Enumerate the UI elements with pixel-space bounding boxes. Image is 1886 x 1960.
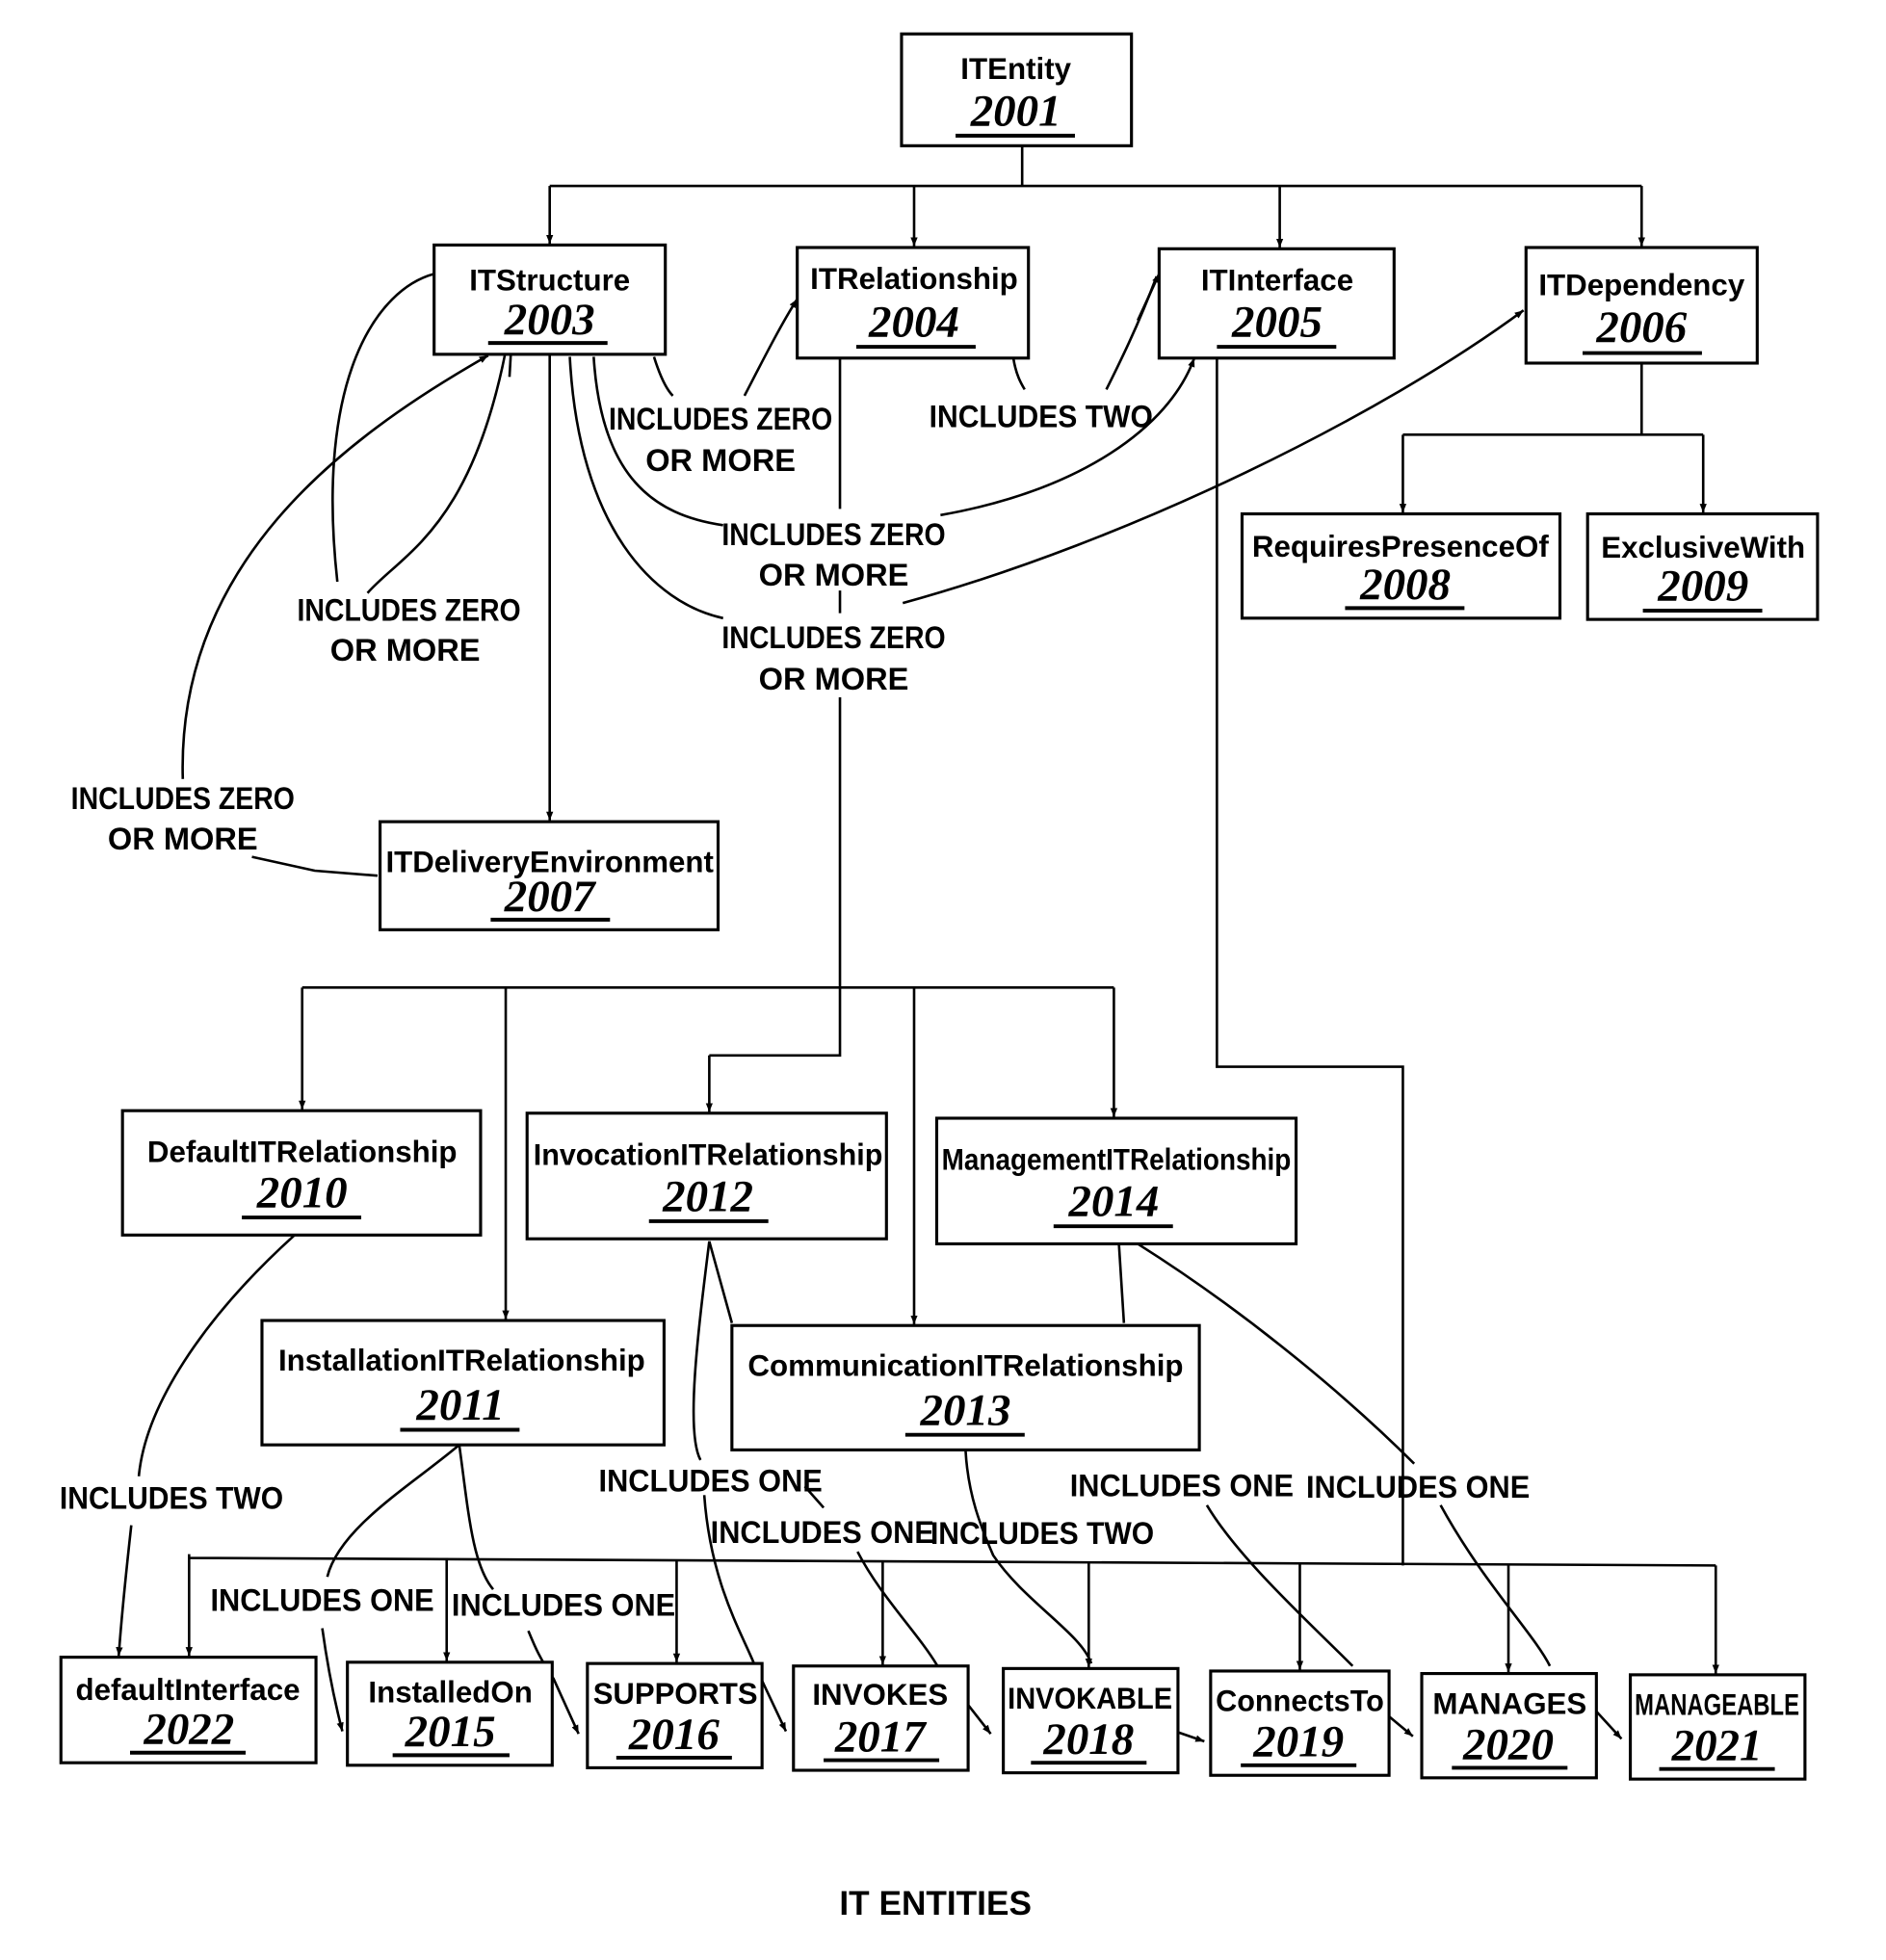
it-entities-diagram: INCLUDES ZERO OR MORE INCLUDES TWO INCLU… xyxy=(59,32,1820,1922)
node-defaultitrelationship[interactable]: DefaultITRelationship 2010 xyxy=(120,1109,483,1237)
node-manages[interactable]: MANAGES 2020 xyxy=(1420,1672,1598,1780)
node-communicationitrelationship[interactable]: CommunicationITRelationship 2013 xyxy=(730,1323,1201,1451)
node-installedon[interactable]: InstalledOn 2015 xyxy=(346,1660,554,1767)
node-name: defaultInterface xyxy=(75,1673,300,1707)
label-2004-2005: INCLUDES TWO xyxy=(930,399,1153,434)
node-name: ITStructure xyxy=(469,263,630,297)
node-itinterface[interactable]: ITInterface 2005 xyxy=(1157,247,1396,360)
edge-2001-bus xyxy=(549,145,1642,188)
node-number: 2020 xyxy=(1462,1719,1554,1769)
label-2003-2006: INCLUDES ZERO OR MORE xyxy=(721,619,945,696)
node-name: ConnectsTo xyxy=(1216,1685,1384,1718)
node-name: INVOKES xyxy=(812,1678,948,1712)
node-number: 2015 xyxy=(405,1707,496,1757)
edge-2006-bus xyxy=(1402,362,1704,436)
node-name: InvocationITRelationship xyxy=(534,1137,883,1171)
node-name: CommunicationITRelationship xyxy=(747,1348,1183,1382)
label-line-1: INCLUDES ZERO xyxy=(721,619,945,655)
label-line-1: INCLUDES ZERO xyxy=(297,591,520,627)
node-supports[interactable]: SUPPORTS 2016 xyxy=(586,1661,764,1769)
label-2012-2017: INCLUDES ONE xyxy=(599,1462,823,1498)
node-number: 2016 xyxy=(628,1710,720,1760)
node-invokable[interactable]: INVOKABLE 2018 xyxy=(1002,1666,1180,1775)
node-itstructure[interactable]: ITStructure 2003 xyxy=(432,243,668,356)
node-itdependency[interactable]: ITDependency 2006 xyxy=(1524,246,1759,365)
node-number: 2010 xyxy=(256,1168,348,1218)
label-2011-2016: INCLUDES ONE xyxy=(452,1587,675,1623)
node-number: 2022 xyxy=(143,1705,234,1755)
node-name: DefaultITRelationship xyxy=(147,1136,458,1169)
node-name: ExclusiveWith xyxy=(1601,531,1805,564)
node-number: 2008 xyxy=(1359,560,1451,610)
label-2010-2022: INCLUDES TWO xyxy=(60,1480,283,1516)
node-managementitrelationship[interactable]: ManagementITRelationship 2014 xyxy=(934,1116,1298,1246)
node-name: SUPPORTS xyxy=(593,1677,758,1711)
node-number: 2012 xyxy=(662,1172,753,1222)
label-2014-2021: INCLUDES ONE xyxy=(1306,1469,1530,1504)
node-number: 2017 xyxy=(834,1712,928,1762)
label-2012-2018: INCLUDES ONE xyxy=(711,1514,934,1550)
node-number: 2004 xyxy=(868,298,959,348)
label-line-2: OR MORE xyxy=(330,632,481,667)
label-2003-2004: INCLUDES ZERO OR MORE xyxy=(609,401,832,478)
node-number: 2005 xyxy=(1231,298,1323,348)
label-2007-2003: INCLUDES ZERO OR MORE xyxy=(71,780,295,856)
node-connectsto[interactable]: ConnectsTo 2019 xyxy=(1209,1669,1391,1777)
edge-2005-bus xyxy=(188,1554,1716,1567)
label-line-2: OR MORE xyxy=(645,442,796,478)
node-number: 2009 xyxy=(1657,562,1748,612)
label-2014-2020: INCLUDES ONE xyxy=(1070,1468,1294,1503)
node-name: MANAGES xyxy=(1432,1686,1586,1720)
label-line-2: OR MORE xyxy=(108,821,258,856)
node-requirespresenceof[interactable]: RequiresPresenceOf 2008 xyxy=(1240,511,1562,620)
node-invokes[interactable]: INVOKES 2017 xyxy=(792,1664,970,1772)
label-2003-self: INCLUDES ZERO OR MORE xyxy=(297,591,520,667)
node-name: ITRelationship xyxy=(810,262,1018,296)
label-line-1: INCLUDES ZERO xyxy=(609,401,832,436)
label-line-1: INCLUDES ZERO xyxy=(721,516,945,552)
node-name: MANAGEABLE xyxy=(1635,1688,1799,1722)
node-name: RequiresPresenceOf xyxy=(1252,530,1549,563)
node-name: ITEntity xyxy=(960,52,1071,86)
label-line-2: OR MORE xyxy=(759,557,909,592)
node-number: 2001 xyxy=(970,86,1061,136)
assoc-2003-2004 xyxy=(652,299,798,397)
node-itdeliveryenvironment[interactable]: ITDeliveryEnvironment 2007 xyxy=(379,820,720,931)
node-defaultinterface[interactable]: defaultInterface 2022 xyxy=(59,1656,318,1764)
node-name: ManagementITRelationship xyxy=(942,1142,1292,1176)
node-number: 2014 xyxy=(1067,1177,1159,1227)
node-name: ITInterface xyxy=(1201,263,1353,297)
node-number: 2006 xyxy=(1595,302,1687,353)
label-line-1: INCLUDES ZERO xyxy=(71,780,295,816)
label-2011-2015: INCLUDES ONE xyxy=(210,1581,433,1617)
node-installationitrelationship[interactable]: InstallationITRelationship 2011 xyxy=(260,1319,666,1447)
node-itentity[interactable]: ITEntity 2001 xyxy=(900,32,1134,147)
figure-caption: IT ENTITIES xyxy=(839,1885,1032,1922)
node-itrelationship[interactable]: ITRelationship 2004 xyxy=(796,246,1031,360)
node-manageable[interactable]: MANAGEABLE 2021 xyxy=(1628,1673,1807,1781)
assoc-2003-2005 xyxy=(592,356,1194,527)
node-name: ITDependency xyxy=(1538,269,1745,302)
node-name: InstallationITRelationship xyxy=(278,1344,645,1377)
label-2013-2019: INCLUDES TWO xyxy=(930,1515,1154,1551)
node-number: 2007 xyxy=(504,872,597,922)
label-2003-2005: INCLUDES ZERO OR MORE xyxy=(721,516,945,592)
node-number: 2021 xyxy=(1671,1721,1763,1771)
label-line-2: OR MORE xyxy=(759,661,909,696)
node-invocationitrelationship[interactable]: InvocationITRelationship 2012 xyxy=(525,1111,888,1241)
node-number: 2003 xyxy=(504,295,595,345)
node-number: 2019 xyxy=(1252,1717,1344,1767)
assoc-2004-2005 xyxy=(1011,275,1158,391)
node-number: 2013 xyxy=(920,1385,1011,1435)
node-name: InstalledOn xyxy=(368,1676,532,1710)
node-exclusivewith[interactable]: ExclusiveWith 2009 xyxy=(1585,511,1820,621)
node-number: 2018 xyxy=(1042,1714,1134,1764)
node-number: 2011 xyxy=(415,1380,504,1430)
node-name: INVOKABLE xyxy=(1008,1682,1172,1715)
assoc-2004-2005-head xyxy=(1137,273,1161,322)
